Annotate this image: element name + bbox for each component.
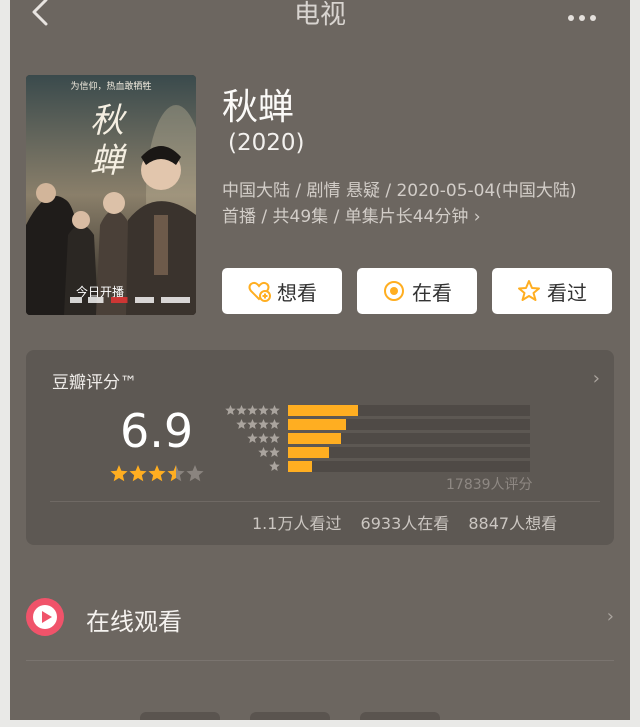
distribution-track [288, 447, 530, 458]
star-icon [258, 433, 269, 443]
star-icon [110, 465, 128, 482]
poster-network-logos [70, 297, 190, 303]
watch-online-label: 在线观看 [86, 608, 182, 636]
watching-label: 在看 [412, 280, 452, 305]
distribution-bar [288, 419, 346, 430]
star-icon [247, 405, 258, 415]
poster-title: 秋蝉 [90, 101, 124, 181]
want-to-watch-label: 想看 [277, 280, 317, 305]
star-icon [236, 405, 247, 415]
show-meta-line1: 中国大陆 / 剧情 悬疑 / 2020-05-04(中国大陆) [222, 181, 577, 201]
star-icon [258, 405, 269, 415]
distribution-bar [288, 433, 341, 444]
want-to-watch-button[interactable]: 想看 [222, 268, 342, 314]
distribution-row [218, 446, 538, 459]
more-dots-icon [568, 15, 574, 21]
more-button[interactable] [568, 6, 608, 21]
rating-stars [110, 464, 204, 486]
star-icon [247, 419, 258, 429]
distribution-track [288, 433, 530, 444]
rating-divider [50, 501, 600, 502]
show-meta-line2: 首播 / 共49集 / 单集片长44分钟 › [222, 207, 481, 227]
distribution-stars [247, 433, 280, 443]
play-circle-icon [26, 598, 64, 636]
distribution-track [288, 405, 530, 416]
rating-card[interactable]: 豆瓣评分™ › 6.9 17839人评分 1.1万人看过 6933人在看 884… [26, 350, 614, 545]
distribution-stars [236, 419, 280, 429]
star-icon [236, 419, 247, 429]
show-title: 秋蝉 [222, 87, 295, 128]
star-icon [269, 405, 280, 415]
watched-label: 看过 [547, 280, 587, 305]
watch-stats: 1.1万人看过 6933人在看 8847人想看 [252, 510, 571, 534]
star-icon [247, 433, 258, 443]
distribution-track [288, 461, 530, 472]
watching-count: 6933人在看 [360, 514, 450, 533]
app-screen: 电视 为信仰，热血敢牺牲 秋蝉 今日开播 秋蝉 (2020) 中国大陆 / 剧情… [10, 0, 630, 720]
distribution-bar [288, 447, 329, 458]
watched-button[interactable]: 看过 [492, 268, 612, 314]
star-icon [225, 405, 236, 415]
star-icon [186, 465, 204, 482]
watched-count: 1.1万人看过 [252, 514, 342, 533]
star-icon [258, 447, 269, 457]
page-title: 电视 [293, 0, 346, 30]
distribution-bar [288, 461, 312, 472]
distribution-stars [269, 461, 280, 471]
star-icon [129, 465, 147, 482]
star-icon [258, 419, 269, 429]
chevron-right-icon: › [606, 606, 614, 627]
star-icon [148, 465, 166, 482]
star-icon [167, 465, 185, 482]
distribution-row [218, 460, 538, 473]
distribution-row [218, 404, 538, 417]
stars-svg [110, 465, 204, 482]
heart-plus-icon [248, 281, 271, 302]
star-icon [269, 419, 280, 429]
next-section-peek [140, 712, 220, 720]
rating-title: 豆瓣评分™ [52, 373, 137, 393]
distribution-stars [258, 447, 280, 457]
next-section-peek [360, 712, 440, 720]
watching-button[interactable]: 在看 [357, 268, 477, 314]
distribution-bar [288, 405, 358, 416]
distribution-stars [225, 405, 280, 415]
top-bar: 电视 [10, 0, 630, 40]
next-section-peek [250, 712, 330, 720]
distribution-row [218, 418, 538, 431]
star-icon [269, 447, 280, 457]
distribution-track [288, 419, 530, 430]
show-meta[interactable]: 中国大陆 / 剧情 悬疑 / 2020-05-04(中国大陆) 首播 / 共49… [222, 178, 612, 230]
want-count: 8847人想看 [468, 514, 558, 533]
chevron-right-icon[interactable]: › [593, 368, 600, 389]
circle-dot-icon [384, 281, 404, 301]
rating-score: 6.9 [120, 404, 194, 458]
watch-online-row[interactable]: 在线观看 › [26, 582, 614, 646]
star-outline-icon [518, 280, 540, 301]
section-divider [26, 660, 614, 661]
star-icon [269, 461, 280, 471]
star-icon [269, 433, 280, 443]
poster-image[interactable]: 为信仰，热血敢牺牲 秋蝉 今日开播 [26, 75, 196, 315]
distribution-row [218, 432, 538, 445]
poster-tagline: 为信仰，热血敢牺牲 [70, 82, 152, 92]
rating-count: 17839人评分 [446, 477, 533, 493]
show-year: (2020) [228, 130, 305, 156]
